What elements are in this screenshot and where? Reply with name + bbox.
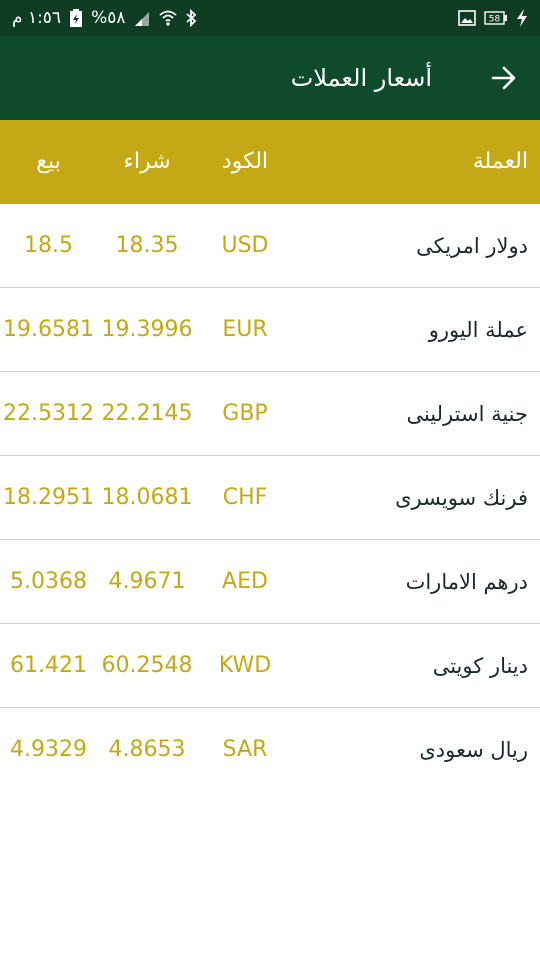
buy-price: 19.3996 bbox=[101, 317, 193, 342]
header-buy: شراء bbox=[123, 149, 171, 174]
currency-name: فرنك سويسرى bbox=[395, 486, 528, 510]
sell-price: 19.6581 bbox=[3, 317, 94, 342]
currency-name: عملة اليورو bbox=[428, 318, 528, 342]
arrow-right-icon bbox=[491, 66, 516, 90]
battery-level-icon: 58 bbox=[484, 10, 508, 26]
header-code: الكود bbox=[221, 149, 269, 174]
battery-icon bbox=[69, 9, 83, 27]
currency-code: SAR bbox=[222, 737, 268, 762]
bluetooth-icon bbox=[185, 9, 197, 27]
charging-icon bbox=[516, 9, 528, 27]
currency-code: EUR bbox=[222, 317, 268, 342]
table-row[interactable]: فرنك سويسرى CHF 18.0681 18.2951 bbox=[0, 456, 540, 540]
battery-level-text: 58 bbox=[489, 15, 501, 25]
table-row[interactable]: درهم الامارات AED 4.9671 5.0368 bbox=[0, 540, 540, 624]
buy-price: 60.2548 bbox=[101, 653, 193, 678]
table-header: العملة الكود شراء بيع bbox=[0, 120, 540, 204]
app-bar: أسعار العملات bbox=[0, 36, 540, 120]
battery-percent: %٥٨ bbox=[91, 8, 126, 28]
header-currency: العملة bbox=[472, 149, 528, 174]
status-time: ١:٥٦ م bbox=[12, 8, 62, 28]
table-row[interactable]: جنية استرلينى GBP 22.2145 22.5312 bbox=[0, 372, 540, 456]
table-row[interactable]: دينار كويتى KWD 60.2548 61.421 bbox=[0, 624, 540, 708]
currency-name: ريال سعودى bbox=[419, 738, 528, 762]
sell-price: 18.2951 bbox=[3, 485, 94, 510]
sell-price: 5.0368 bbox=[10, 569, 87, 594]
currency-name: درهم الامارات bbox=[405, 570, 528, 594]
currency-code: USD bbox=[221, 233, 269, 258]
table-row[interactable]: ريال سعودى SAR 4.8653 4.9329 bbox=[0, 708, 540, 792]
currency-code: AED bbox=[222, 569, 268, 594]
status-bar-left: ١:٥٦ م %٥٨ bbox=[12, 8, 197, 28]
currency-list: دولار امريكى USD 18.35 18.5 عملة اليورو … bbox=[0, 204, 540, 792]
currency-code: GBP bbox=[222, 401, 268, 426]
sell-price: 61.421 bbox=[10, 653, 87, 678]
currency-name: جنية استرلينى bbox=[406, 402, 528, 426]
sell-price: 22.5312 bbox=[3, 401, 94, 426]
page-title: أسعار العملات bbox=[290, 64, 432, 92]
wifi-icon bbox=[159, 10, 178, 26]
image-notification-icon bbox=[458, 10, 476, 26]
table-row[interactable]: عملة اليورو EUR 19.3996 19.6581 bbox=[0, 288, 540, 372]
status-bar-right: 58 bbox=[458, 9, 528, 27]
signal-icon bbox=[133, 10, 151, 26]
buy-price: 18.35 bbox=[115, 233, 179, 258]
buy-price: 4.8653 bbox=[108, 737, 186, 762]
sell-price: 18.5 bbox=[24, 233, 73, 258]
buy-price: 4.9671 bbox=[108, 569, 186, 594]
sell-price: 4.9329 bbox=[10, 737, 87, 762]
table-row[interactable]: دولار امريكى USD 18.35 18.5 bbox=[0, 204, 540, 288]
buy-price: 18.0681 bbox=[101, 485, 193, 510]
status-bar: ١:٥٦ م %٥٨ 58 bbox=[0, 0, 540, 36]
currency-name: دينار كويتى bbox=[432, 654, 528, 678]
buy-price: 22.2145 bbox=[101, 401, 193, 426]
currency-code: CHF bbox=[222, 485, 268, 510]
currency-name: دولار امريكى bbox=[416, 234, 528, 258]
header-sell: بيع bbox=[36, 149, 61, 174]
currency-code: KWD bbox=[218, 653, 272, 678]
back-button[interactable] bbox=[486, 60, 522, 96]
